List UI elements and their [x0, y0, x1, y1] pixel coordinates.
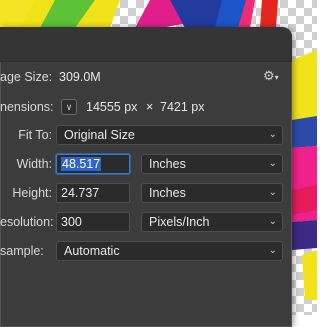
- resolution-input[interactable]: 300: [56, 212, 130, 232]
- height-unit-select[interactable]: Inches ⌄: [141, 183, 283, 203]
- resolution-unit-value: Pixels/Inch: [149, 215, 210, 229]
- chevron-down-icon: ⌄: [268, 187, 277, 198]
- width-label: Width:: [16, 157, 52, 171]
- resolution-value: 300: [61, 215, 82, 229]
- height-label: Height:: [12, 186, 52, 200]
- fit-to-select[interactable]: Original Size ⌄: [56, 125, 283, 145]
- resample-row: sample: Automatic ⌄: [0, 241, 292, 261]
- resolution-unit-select[interactable]: Pixels/Inch ⌄: [141, 212, 283, 232]
- width-input[interactable]: 48.517: [56, 154, 130, 174]
- chevron-down-icon: ⌄: [268, 216, 277, 227]
- fit-to-value: Original Size: [64, 128, 135, 142]
- dimensions-height-value: 7421 px: [160, 100, 205, 114]
- width-unit-select[interactable]: Inches ⌄: [141, 154, 283, 174]
- height-input[interactable]: 24.737: [56, 183, 130, 203]
- resolution-label: esolution:: [0, 215, 54, 229]
- resample-select[interactable]: Automatic ⌄: [56, 241, 283, 261]
- resample-label: sample:: [0, 244, 44, 258]
- dimensions-width-value: 14555 px: [86, 100, 138, 114]
- dimensions-label: nensions:: [0, 100, 54, 114]
- image-size-label: age Size:: [0, 70, 53, 84]
- image-size-dialog: age Size: 309.0M ⚙▾ nensions: ∨ 14555 px…: [0, 27, 292, 327]
- image-size-row: age Size: 309.0M ⚙▾: [0, 67, 292, 87]
- chevron-down-icon: ∨: [65, 102, 73, 112]
- resample-value: Automatic: [64, 244, 120, 258]
- dimensions-times-sign: ×: [146, 100, 154, 114]
- width-value: 48.517: [61, 157, 102, 171]
- dimensions-toggle-button[interactable]: ∨: [61, 99, 77, 115]
- height-unit-value: Inches: [149, 186, 186, 200]
- chevron-down-icon: ⌄: [268, 129, 277, 140]
- height-value: 24.737: [61, 186, 100, 200]
- fit-to-row: Fit To: Original Size ⌄: [0, 125, 292, 145]
- dimensions-row: nensions: ∨ 14555 px × 7421 px: [0, 97, 292, 117]
- dialog-titlebar: [0, 27, 292, 62]
- resolution-row: esolution: 300 Pixels/Inch ⌄: [0, 212, 292, 232]
- image-size-value: 309.0M: [59, 70, 101, 84]
- height-row: Height: 24.737 Inches ⌄: [0, 183, 292, 203]
- chevron-down-icon: ⌄: [268, 158, 277, 169]
- chevron-down-icon: ⌄: [268, 245, 277, 256]
- width-row: Width: 48.517 Inches ⌄: [0, 154, 292, 174]
- width-unit-value: Inches: [149, 157, 186, 171]
- fit-to-label: Fit To:: [18, 128, 52, 142]
- gear-icon[interactable]: ⚙▾: [263, 68, 279, 84]
